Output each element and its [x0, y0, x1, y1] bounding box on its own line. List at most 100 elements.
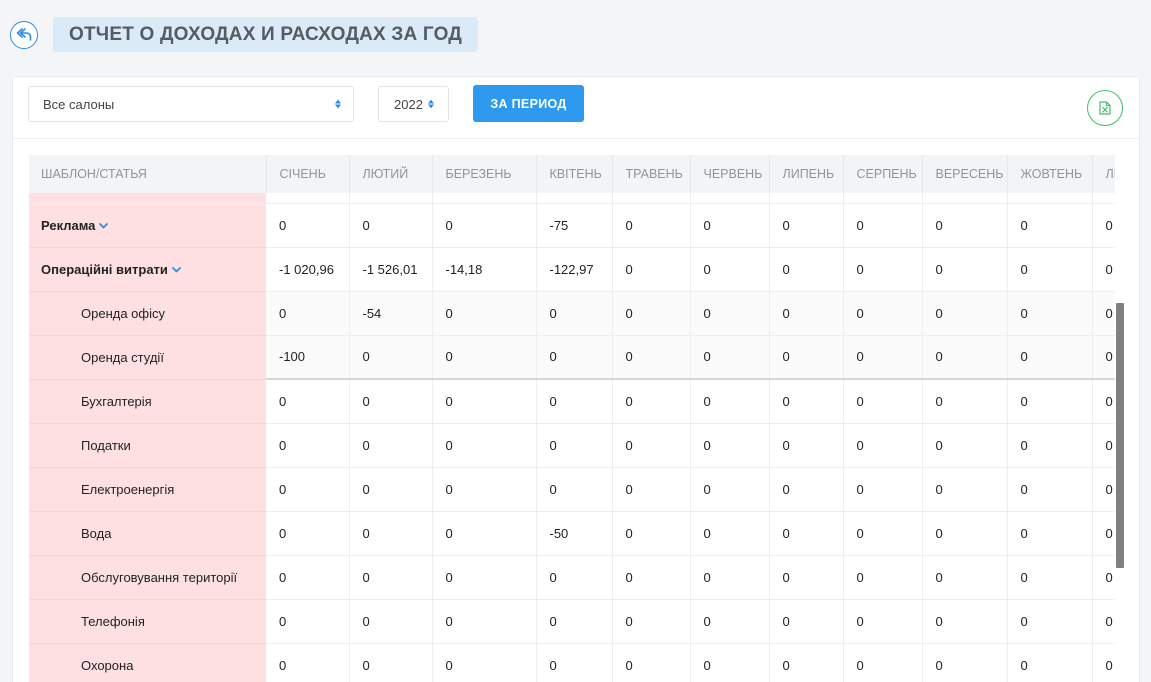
- value-cell: 0: [432, 467, 537, 512]
- row-label-cell: Податки: [29, 423, 266, 468]
- value-cell: 0: [769, 291, 844, 336]
- row-label: Оренда студії: [81, 349, 164, 365]
- table-row: Охорона 0 0 0 0 0 0 0 0 0 0 0: [29, 643, 1115, 682]
- period-button[interactable]: ЗА ПЕРИОД: [473, 85, 584, 122]
- salon-select-value: Все салоны: [43, 96, 115, 112]
- row-label-cell[interactable]: Реклама: [29, 203, 266, 248]
- value-cell: 0: [922, 335, 1008, 380]
- value-cell: 0: [1007, 247, 1093, 292]
- value-cell: 0: [769, 467, 844, 512]
- value-cell: 0: [769, 423, 844, 468]
- table-header-row: ШАБЛОН/СТАТЬЯ СІЧЕНЬ ЛЮТИЙ БЕРЕЗЕНЬ КВІТЕНЬ Т…: [29, 155, 1115, 193]
- value-cell: 0: [349, 555, 433, 600]
- value-cell: 0: [1007, 423, 1093, 468]
- value-cell: 0: [432, 203, 537, 248]
- value-cell: 0: [769, 643, 844, 682]
- value-cell: 0: [1007, 599, 1093, 644]
- column-header: КВІТЕНЬ: [536, 155, 613, 193]
- value-cell: 0: [690, 467, 770, 512]
- row-label-cell: Обслуговування території: [29, 555, 266, 600]
- chevron-down-icon[interactable]: [99, 223, 109, 229]
- value-cell: 0: [432, 511, 537, 556]
- value-cell: 0: [536, 643, 613, 682]
- column-header: ЛИПЕНЬ: [769, 155, 844, 193]
- value-cell: 0: [1092, 335, 1115, 380]
- value-cell: 0: [536, 467, 613, 512]
- value-cell: 0: [432, 379, 537, 424]
- value-cell: 0: [1007, 511, 1093, 556]
- value-cell: 0: [432, 555, 537, 600]
- value-cell: 0: [843, 203, 923, 248]
- year-select-value: 2022: [394, 96, 423, 112]
- value-cell: 0: [690, 599, 770, 644]
- top-bar: ОТЧЕТ О ДОХОДАХ И РАСХОДАХ ЗА ГОД: [0, 0, 1151, 70]
- value-cell: 0: [769, 335, 844, 380]
- table-row: Вода 0 0 0 -50 0 0 0 0 0 0 0: [29, 511, 1115, 556]
- year-select[interactable]: 2022: [378, 86, 449, 122]
- value-cell: 0: [843, 335, 923, 380]
- value-cell: -50: [536, 511, 613, 556]
- value-cell: 0: [1092, 643, 1115, 682]
- value-cell: 0: [843, 643, 923, 682]
- value-cell: 0: [266, 291, 350, 336]
- value-cell: 0: [349, 511, 433, 556]
- value-cell: 0: [690, 203, 770, 248]
- row-label-cell: Телефонія: [29, 599, 266, 644]
- value-cell: 0: [922, 247, 1008, 292]
- row-label: Операційні витрати: [41, 261, 168, 277]
- row-label: Оренда офісу: [81, 305, 165, 321]
- value-cell: -14,18: [432, 247, 537, 292]
- salon-select[interactable]: Все салоны: [28, 86, 354, 122]
- value-cell: 0: [1007, 335, 1093, 380]
- value-cell: 0: [1092, 467, 1115, 512]
- value-cell: 0: [612, 555, 691, 600]
- table-body: Реклама 0 0 0 -75 0 0 0 0 0 0 0 Операційні витрати -1…: [29, 193, 1115, 682]
- row-label-cell: Вода: [29, 511, 266, 556]
- table-row[interactable]: Операційні витрати -1 020,96 -1 526,01 -14,…: [29, 247, 1115, 292]
- value-cell: 0: [922, 555, 1008, 600]
- value-cell: 0: [1092, 423, 1115, 468]
- table-row: Електроенергія 0 0 0 0 0 0 0 0 0 0 0: [29, 467, 1115, 512]
- column-header: СІЧЕНЬ: [266, 155, 350, 193]
- report-table-container[interactable]: ШАБЛОН/СТАТЬЯ СІЧЕНЬ ЛЮТИЙ БЕРЕЗЕНЬ КВІТЕНЬ Т…: [29, 155, 1115, 682]
- value-cell: 0: [612, 247, 691, 292]
- value-cell: 0: [432, 643, 537, 682]
- row-label-cell: Електроенергія: [29, 467, 266, 512]
- table-row: Оренда офісу 0 -54 0 0 0 0 0 0 0 0 0: [29, 291, 1115, 336]
- chevron-down-icon[interactable]: [172, 267, 181, 273]
- value-cell: 0: [690, 379, 770, 424]
- value-cell: -1 526,01: [349, 247, 433, 292]
- value-cell: 0: [266, 467, 350, 512]
- back-button[interactable]: [10, 21, 38, 49]
- value-cell: 0: [690, 555, 770, 600]
- table-row[interactable]: Реклама 0 0 0 -75 0 0 0 0 0 0 0: [29, 203, 1115, 248]
- row-label: Вода: [81, 525, 112, 541]
- value-cell: 0: [1092, 599, 1115, 644]
- value-cell: 0: [432, 423, 537, 468]
- vertical-scrollbar[interactable]: [1116, 303, 1124, 568]
- column-header: ШАБЛОН/СТАТЬЯ: [29, 155, 267, 193]
- value-cell: 0: [1092, 511, 1115, 556]
- row-label-cell: Оренда студії: [29, 335, 266, 380]
- value-cell: 0: [612, 291, 691, 336]
- value-cell: 0: [612, 643, 691, 682]
- value-cell: 0: [769, 511, 844, 556]
- column-header: ВЕРЕСЕНЬ: [922, 155, 1008, 193]
- table-row: Бухгалтерія 0 0 0 0 0 0 0 0 0 0 0: [29, 379, 1115, 424]
- value-cell: 0: [769, 203, 844, 248]
- value-cell: -75: [536, 203, 613, 248]
- value-cell: 0: [843, 467, 923, 512]
- row-label-cell[interactable]: Операційні витрати: [29, 247, 266, 292]
- value-cell: 0: [266, 511, 350, 556]
- excel-export-button[interactable]: [1087, 90, 1123, 126]
- value-cell: 0: [690, 247, 770, 292]
- value-cell: 0: [1007, 379, 1093, 424]
- value-cell: 0: [1092, 379, 1115, 424]
- value-cell: 0: [432, 335, 537, 380]
- value-cell: 0: [536, 599, 613, 644]
- row-label-cell: Охорона: [29, 643, 266, 682]
- value-cell: 0: [349, 379, 433, 424]
- value-cell: 0: [1007, 203, 1093, 248]
- value-cell: 0: [1092, 555, 1115, 600]
- value-cell: 0: [536, 379, 613, 424]
